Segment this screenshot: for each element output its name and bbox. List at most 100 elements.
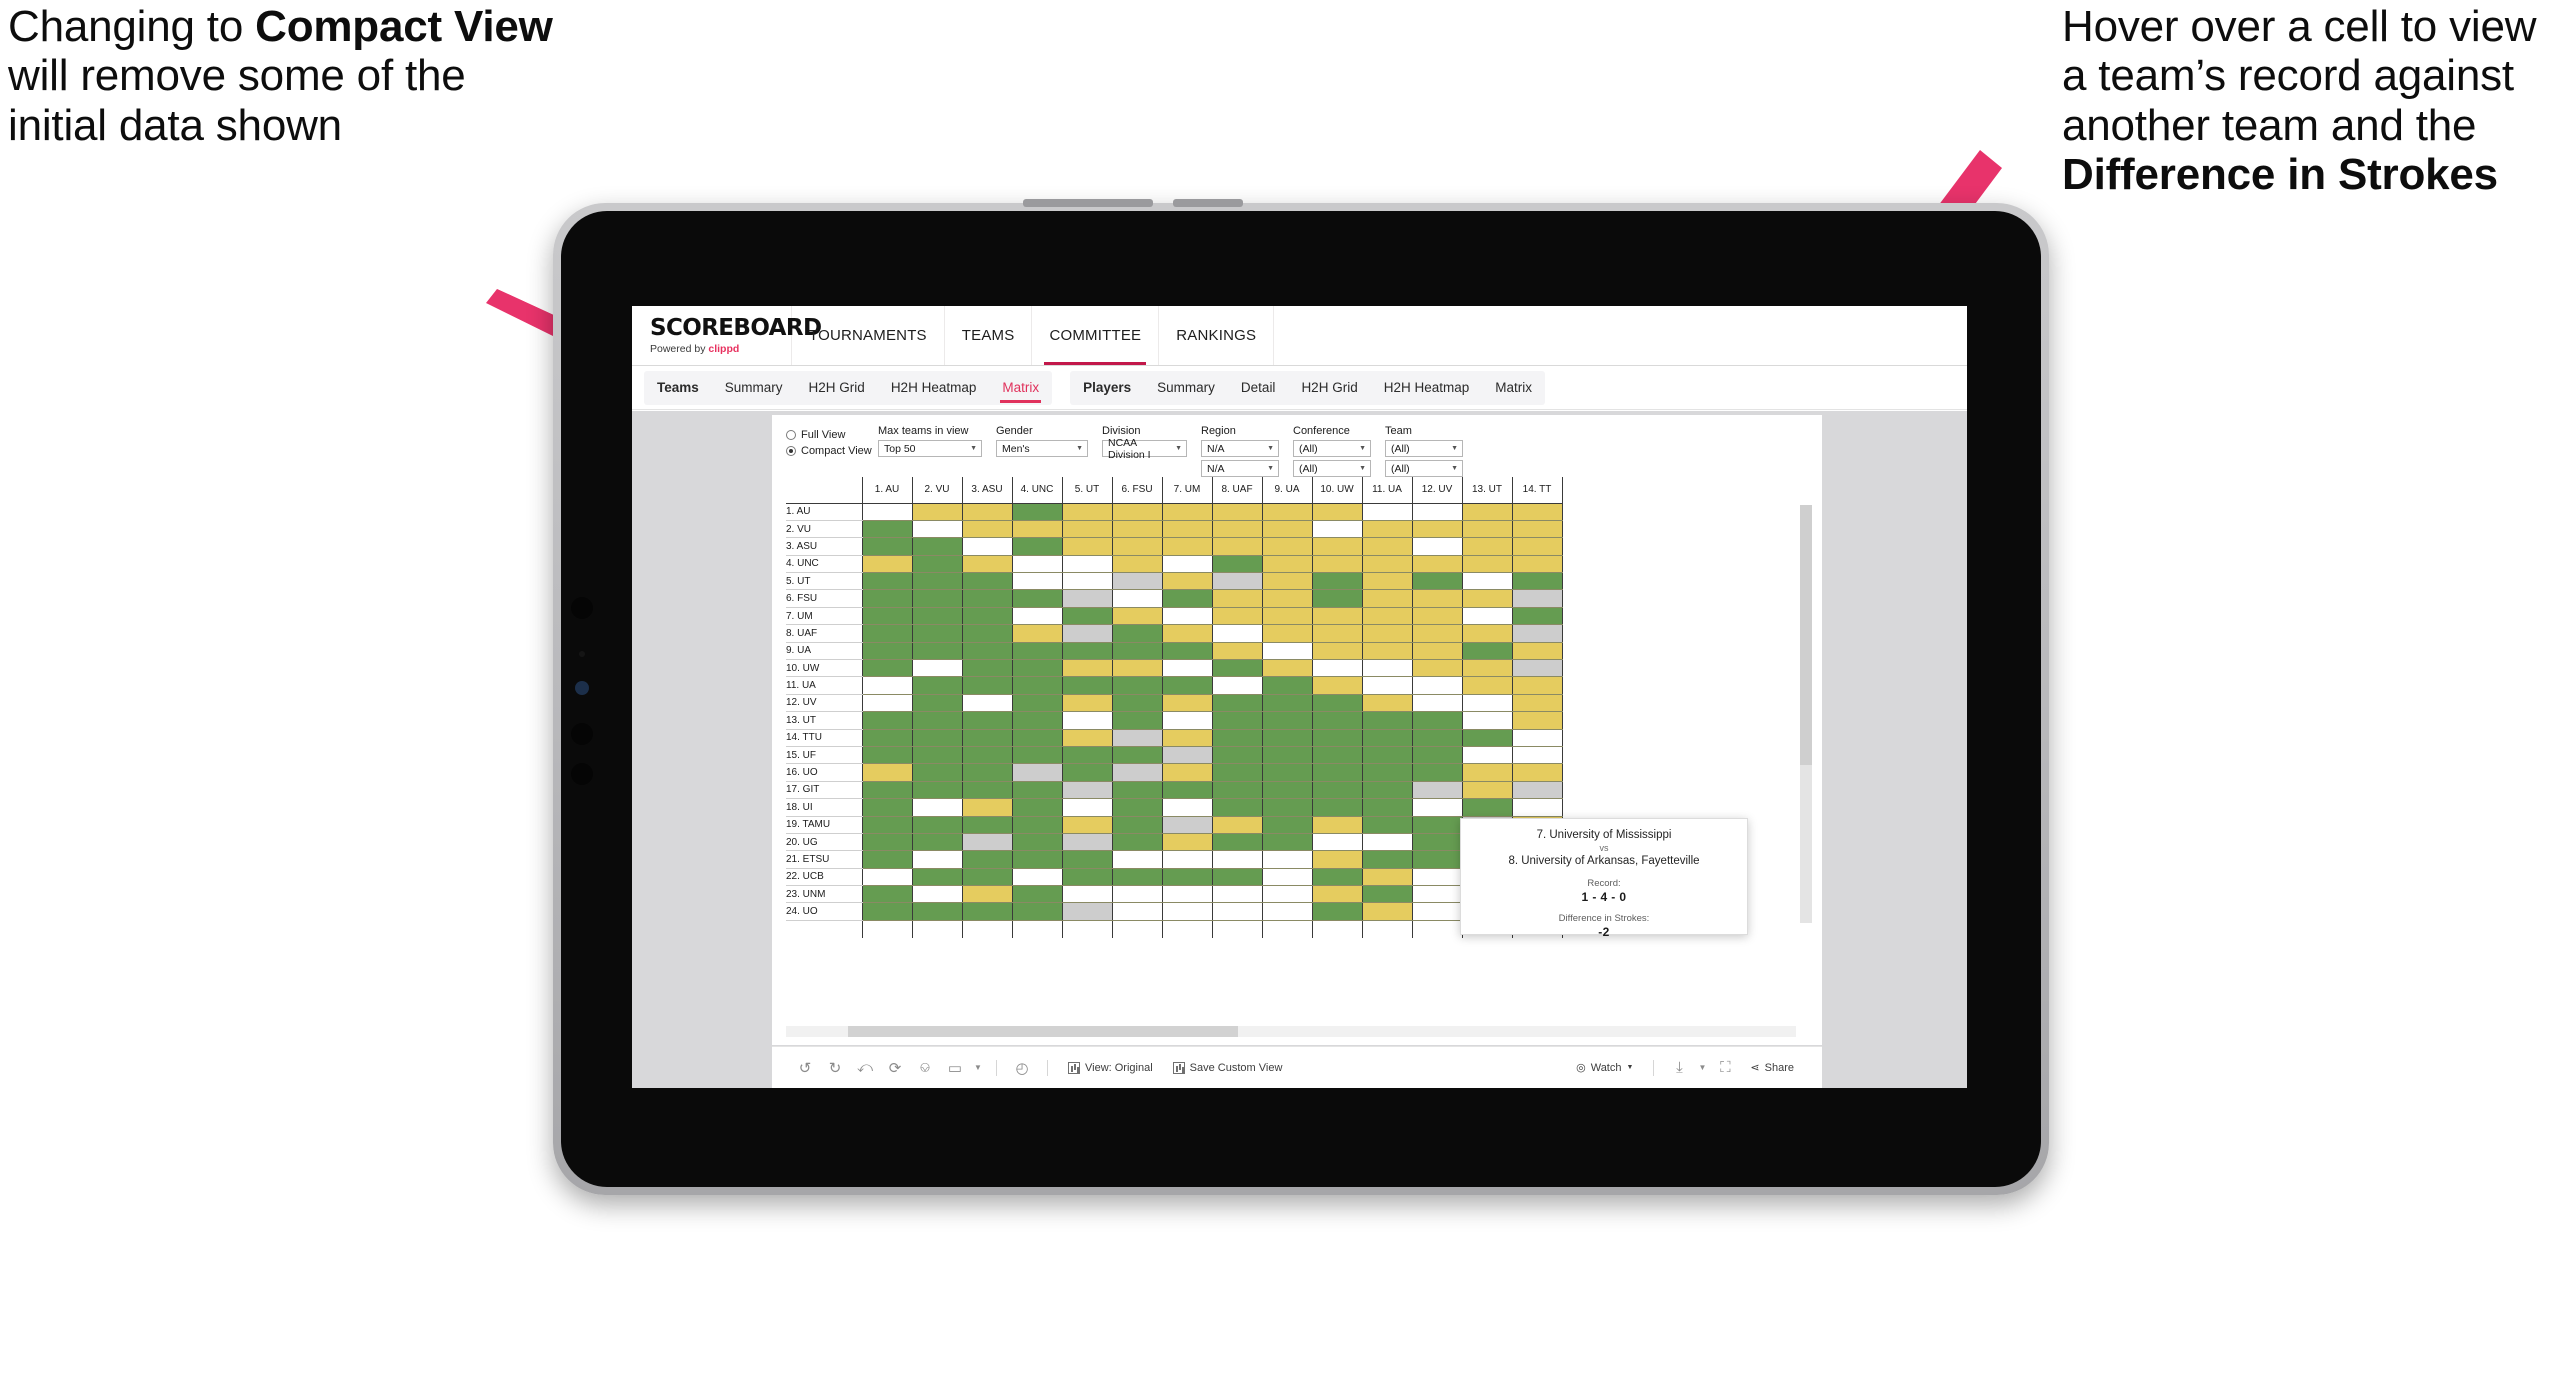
matrix-cell[interactable]	[1211, 781, 1262, 800]
matrix-cell[interactable]	[1061, 833, 1112, 852]
matrix-cell[interactable]	[911, 798, 962, 817]
matrix-cell[interactable]	[1111, 659, 1162, 678]
matrix-cell[interactable]	[861, 694, 912, 713]
matrix-cell[interactable]	[1111, 816, 1162, 834]
matrix-cell[interactable]	[1411, 781, 1462, 800]
matrix-cell[interactable]	[1311, 503, 1362, 521]
matrix-cell[interactable]	[1311, 555, 1362, 574]
matrix-cell[interactable]	[961, 746, 1012, 765]
matrix-cell[interactable]	[1161, 781, 1212, 800]
matrix-cell[interactable]	[1211, 659, 1262, 678]
matrix-cell[interactable]	[1161, 885, 1212, 904]
matrix-cell[interactable]	[961, 520, 1012, 539]
select-region-1[interactable]: N/A ▼	[1201, 440, 1279, 457]
matrix-cell[interactable]	[1011, 694, 1062, 713]
matrix-cell[interactable]	[861, 850, 912, 869]
matrix-cell[interactable]	[961, 624, 1012, 643]
refresh-icon[interactable]: ⟳	[880, 1047, 910, 1089]
matrix-cell[interactable]	[1311, 659, 1362, 678]
matrix-cell[interactable]	[1011, 520, 1062, 539]
matrix-cell[interactable]	[1161, 902, 1212, 921]
matrix-cell[interactable]	[1511, 746, 1563, 765]
matrix-cell[interactable]	[1161, 572, 1212, 591]
matrix-cell[interactable]	[1011, 624, 1062, 643]
matrix-cell[interactable]	[1361, 694, 1412, 713]
matrix-cell[interactable]	[1211, 694, 1262, 713]
matrix-cell[interactable]	[1061, 572, 1112, 591]
matrix-cell[interactable]	[1361, 763, 1412, 782]
matrix-cell[interactable]	[1011, 902, 1062, 921]
matrix-cell[interactable]	[911, 642, 962, 661]
matrix-cell[interactable]	[1361, 885, 1412, 904]
nav-item-tournaments[interactable]: TOURNAMENTS	[792, 306, 945, 365]
matrix-cell[interactable]	[1411, 833, 1462, 852]
matrix-cell[interactable]	[1161, 816, 1212, 834]
horizontal-scrollbar-thumb[interactable]	[848, 1026, 1238, 1037]
matrix-cell[interactable]	[1511, 676, 1563, 695]
fullscreen-icon[interactable]: ⛶	[1710, 1047, 1740, 1089]
nav-item-teams[interactable]: TEAMS	[945, 306, 1033, 365]
matrix-cell[interactable]	[911, 746, 962, 765]
matrix-cell[interactable]	[1011, 676, 1062, 695]
matrix-cell[interactable]	[1111, 798, 1162, 817]
matrix-cell[interactable]	[1111, 537, 1162, 556]
matrix-cell[interactable]	[1461, 555, 1512, 574]
matrix-cell[interactable]	[911, 537, 962, 556]
matrix-cell[interactable]	[1411, 746, 1462, 765]
matrix-cell[interactable]	[1411, 902, 1462, 921]
matrix-cell[interactable]	[1261, 607, 1312, 626]
matrix-cell[interactable]	[1211, 711, 1262, 730]
matrix-cell[interactable]	[961, 659, 1012, 678]
download-icon[interactable]: ⤓	[1664, 1047, 1694, 1089]
matrix-cell[interactable]	[1361, 607, 1412, 626]
matrix-cell[interactable]	[911, 503, 962, 521]
matrix-cell[interactable]	[1061, 607, 1112, 626]
matrix-cell[interactable]	[861, 520, 912, 539]
matrix-cell[interactable]	[861, 711, 912, 730]
matrix-cell[interactable]	[861, 816, 912, 834]
matrix-cell[interactable]	[1361, 816, 1412, 834]
matrix-cell[interactable]	[1311, 885, 1362, 904]
matrix-cell[interactable]	[1511, 589, 1563, 608]
matrix-cell[interactable]	[1411, 711, 1462, 730]
matrix-cell[interactable]	[911, 520, 962, 539]
matrix-cell[interactable]	[1111, 729, 1162, 747]
matrix-cell[interactable]	[1161, 763, 1212, 782]
matrix-cell[interactable]	[1311, 833, 1362, 852]
matrix-cell[interactable]	[1111, 572, 1162, 591]
matrix-cell[interactable]	[1161, 676, 1212, 695]
matrix-cell[interactable]	[1261, 503, 1312, 521]
matrix-cell[interactable]	[911, 589, 962, 608]
matrix-cell[interactable]	[1411, 676, 1462, 695]
matrix-cell[interactable]	[1511, 624, 1563, 643]
tab-players-matrix[interactable]: Matrix	[1482, 371, 1545, 405]
save-custom-view-button[interactable]: Save Custom View	[1163, 1061, 1293, 1074]
matrix-cell[interactable]	[1461, 589, 1512, 608]
matrix-cell[interactable]	[1511, 711, 1563, 730]
matrix-cell[interactable]	[1461, 763, 1512, 782]
matrix-cell[interactable]	[1011, 729, 1062, 747]
matrix-cell[interactable]	[1211, 816, 1262, 834]
matrix-cell[interactable]	[1061, 885, 1112, 904]
matrix-cell[interactable]	[1111, 520, 1162, 539]
matrix-cell[interactable]	[1461, 572, 1512, 591]
radio-compact-view[interactable]: Compact View	[786, 443, 878, 459]
nav-item-rankings[interactable]: RANKINGS	[1159, 306, 1275, 365]
matrix-cell[interactable]	[861, 555, 912, 574]
matrix-cell[interactable]	[861, 746, 912, 765]
matrix-cell[interactable]	[1311, 729, 1362, 747]
matrix-cell[interactable]	[1111, 885, 1162, 904]
matrix-cell[interactable]	[861, 624, 912, 643]
matrix-cell[interactable]	[911, 816, 962, 834]
matrix-cell[interactable]	[1111, 868, 1162, 887]
matrix-cell[interactable]	[1161, 589, 1212, 608]
matrix-cell[interactable]	[1361, 676, 1412, 695]
matrix-cell[interactable]	[911, 607, 962, 626]
matrix-cell[interactable]	[961, 885, 1012, 904]
select-region-2[interactable]: N/A ▼	[1201, 460, 1279, 477]
matrix-cell[interactable]	[1061, 746, 1112, 765]
matrix-cell[interactable]	[911, 781, 962, 800]
matrix-cell[interactable]	[1361, 503, 1412, 521]
matrix-cell[interactable]	[1311, 676, 1362, 695]
matrix-cell[interactable]	[1511, 572, 1563, 591]
